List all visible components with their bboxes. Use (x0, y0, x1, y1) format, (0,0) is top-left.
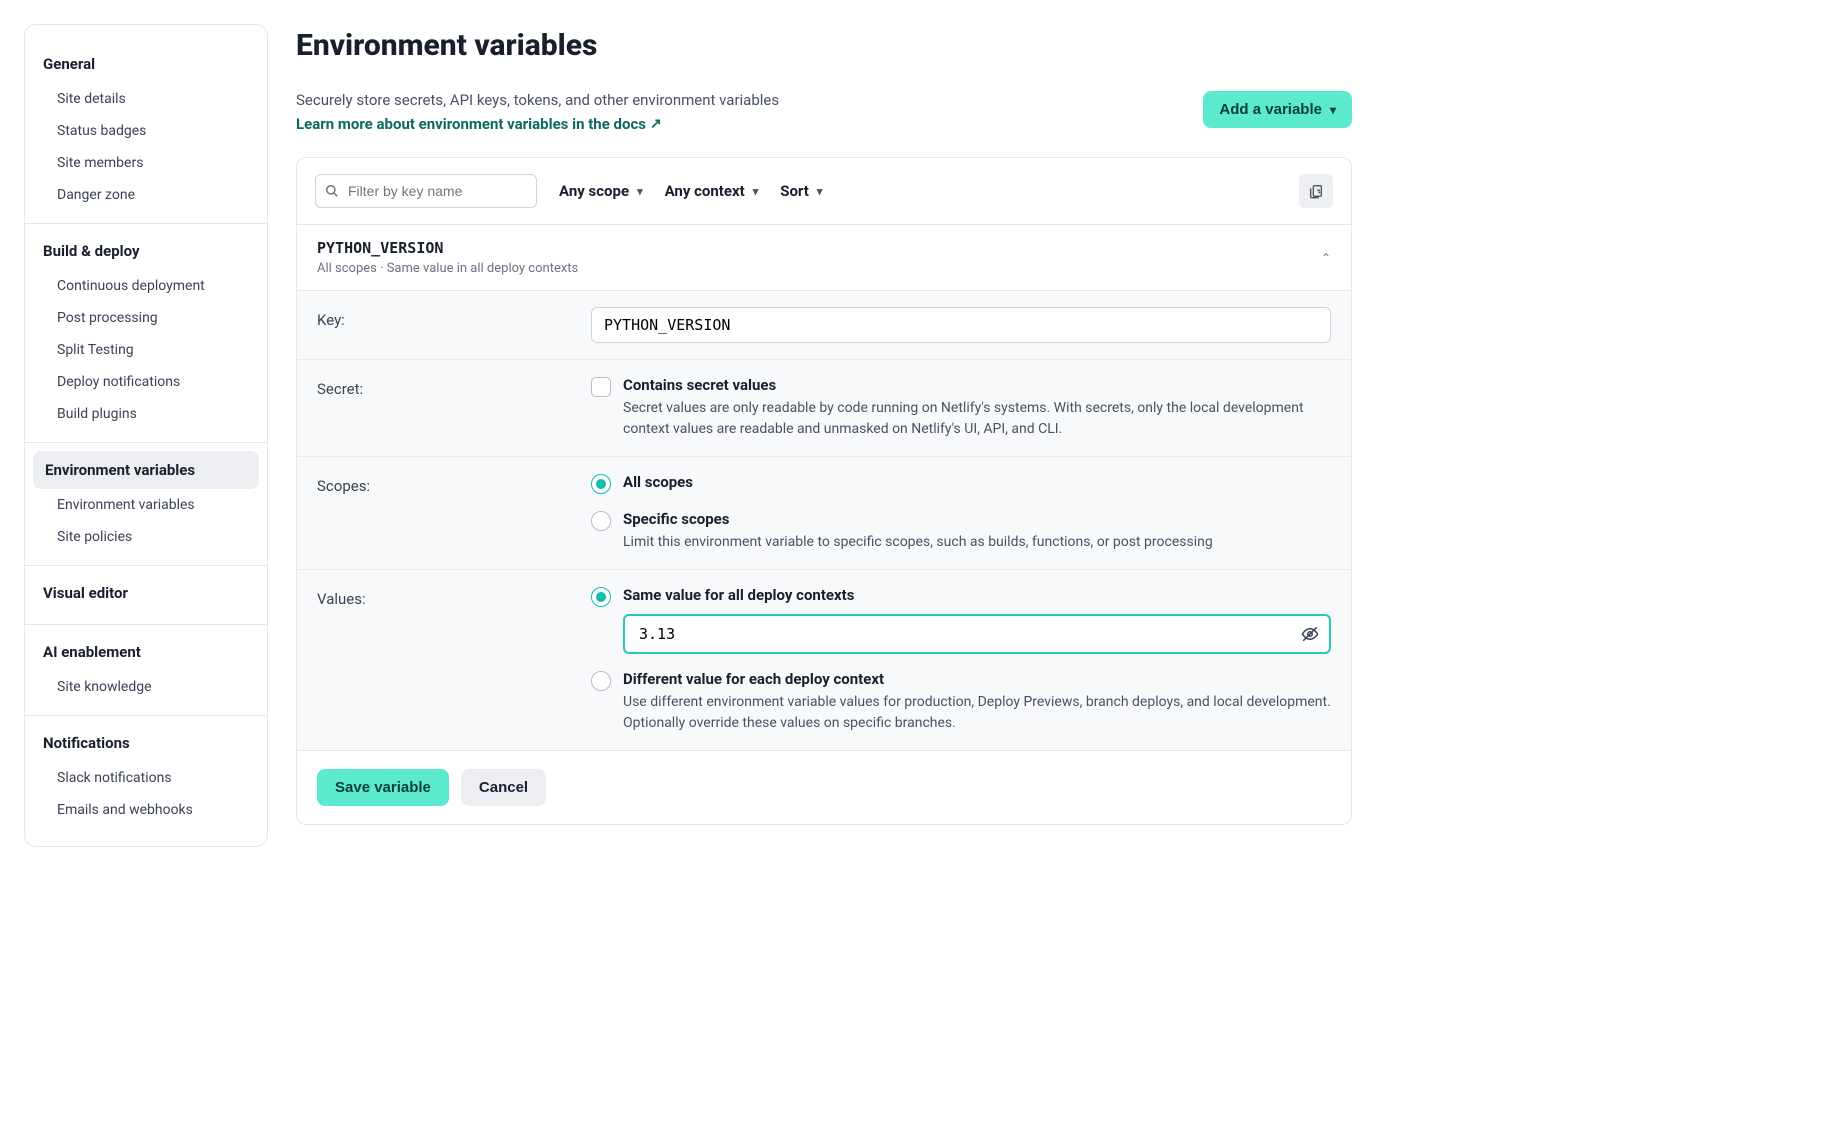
sidebar-item-split-testing[interactable]: Split Testing (25, 334, 267, 366)
values-label: Values: (317, 586, 567, 608)
scopes-specific-label: Specific scopes (623, 510, 1213, 528)
add-variable-label: Add a variable (1219, 101, 1322, 118)
chevron-down-icon: ▾ (1330, 103, 1336, 117)
sidebar-item-danger-zone[interactable]: Danger zone (25, 179, 267, 211)
sidebar-heading-general[interactable]: General (25, 45, 267, 83)
values-same-radio[interactable] (591, 587, 611, 607)
filter-input[interactable] (315, 174, 537, 208)
scopes-all-radio[interactable] (591, 474, 611, 494)
sidebar-heading-ai-enablement[interactable]: AI enablement (25, 633, 267, 671)
cancel-button[interactable]: Cancel (461, 769, 546, 806)
sidebar-item-post-processing[interactable]: Post processing (25, 302, 267, 334)
scopes-specific-desc: Limit this environment variable to speci… (623, 532, 1213, 553)
sidebar-item-site-details[interactable]: Site details (25, 83, 267, 115)
sidebar-heading-notifications[interactable]: Notifications (25, 724, 267, 762)
sidebar-item-env-vars[interactable]: Environment variables (25, 489, 267, 521)
env-vars-card: Any scope ▾ Any context ▾ Sort ▾ (296, 157, 1352, 825)
sidebar-item-site-policies[interactable]: Site policies (25, 521, 267, 553)
sidebar: General Site details Status badges Site … (24, 24, 268, 847)
docs-link[interactable]: Learn more about environment variables i… (296, 115, 662, 133)
sidebar-item-site-knowledge[interactable]: Site knowledge (25, 671, 267, 703)
sidebar-heading-visual-editor[interactable]: Visual editor (25, 574, 267, 612)
sidebar-item-site-members[interactable]: Site members (25, 147, 267, 179)
values-diff-radio[interactable] (591, 671, 611, 691)
variable-subtext: All scopes · Same value in all deploy co… (317, 261, 578, 276)
values-diff-label: Different value for each deploy context (623, 670, 1331, 688)
sidebar-heading-build-deploy[interactable]: Build & deploy (25, 232, 267, 270)
sort-dropdown[interactable]: Sort ▾ (780, 182, 822, 200)
secret-label: Secret: (317, 376, 567, 398)
sidebar-item-emails-webhooks[interactable]: Emails and webhooks (25, 794, 267, 826)
chevron-down-icon: ▾ (637, 185, 643, 198)
external-link-icon: ↗ (650, 116, 662, 132)
secret-option-label: Contains secret values (623, 376, 1331, 394)
chevron-up-icon: ⌃ (1321, 251, 1331, 265)
chevron-down-icon: ▾ (753, 185, 759, 198)
context-dropdown[interactable]: Any context ▾ (665, 182, 759, 200)
scope-dropdown-label: Any scope (559, 182, 629, 200)
docs-link-label: Learn more about environment variables i… (296, 115, 646, 133)
main-content: Environment variables Securely store sec… (292, 24, 1352, 847)
scopes-specific-radio[interactable] (591, 511, 611, 531)
sidebar-item-status-badges[interactable]: Status badges (25, 115, 267, 147)
key-input[interactable] (591, 307, 1331, 343)
key-label: Key: (317, 307, 567, 329)
search-icon (325, 184, 339, 198)
values-diff-desc: Use different environment variable value… (623, 692, 1331, 734)
page-title: Environment variables (296, 28, 1352, 63)
sidebar-item-build-plugins[interactable]: Build plugins (25, 398, 267, 430)
values-same-label: Same value for all deploy contexts (623, 586, 1331, 604)
sidebar-heading-env-vars[interactable]: Environment variables (33, 451, 259, 489)
scopes-all-label: All scopes (623, 473, 693, 491)
value-input[interactable] (623, 614, 1331, 654)
variable-key: PYTHON_VERSION (317, 239, 578, 257)
variable-row-header[interactable]: PYTHON_VERSION All scopes · Same value i… (297, 225, 1351, 290)
context-dropdown-label: Any context (665, 182, 745, 200)
save-button[interactable]: Save variable (317, 769, 449, 806)
sort-dropdown-label: Sort (780, 182, 809, 200)
secret-option-desc: Secret values are only readable by code … (623, 398, 1331, 440)
scope-dropdown[interactable]: Any scope ▾ (559, 182, 643, 200)
sidebar-item-deploy-notifications[interactable]: Deploy notifications (25, 366, 267, 398)
page-subtitle: Securely store secrets, API keys, tokens… (296, 91, 779, 109)
eye-off-icon[interactable] (1301, 625, 1319, 643)
clipboard-icon (1308, 183, 1324, 199)
add-variable-button[interactable]: Add a variable ▾ (1203, 91, 1352, 128)
copy-env-button[interactable] (1299, 174, 1333, 208)
sidebar-item-continuous-deployment[interactable]: Continuous deployment (25, 270, 267, 302)
sidebar-item-slack-notifications[interactable]: Slack notifications (25, 762, 267, 794)
chevron-down-icon: ▾ (817, 185, 823, 198)
secret-checkbox[interactable] (591, 377, 611, 397)
scopes-label: Scopes: (317, 473, 567, 495)
